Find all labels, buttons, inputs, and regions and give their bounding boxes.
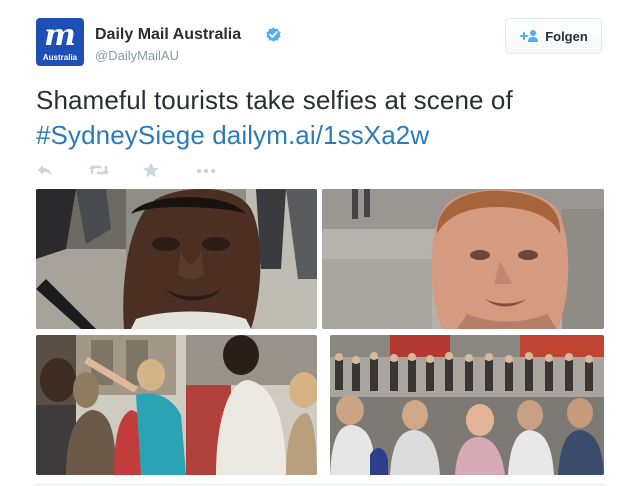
tweet-card: m Australia Daily Mail Australia @DailyM…: [0, 0, 620, 486]
avatar-logo-subtitle: Australia: [42, 53, 78, 62]
retweet-icon: [88, 162, 110, 178]
hashtag-link[interactable]: #SydneySiege: [36, 120, 205, 150]
url-link[interactable]: dailym.ai/1ssXa2w: [212, 120, 429, 150]
reply-icon: [36, 162, 58, 178]
account-avatar[interactable]: m Australia: [36, 18, 84, 66]
add-user-icon: [519, 29, 539, 43]
tweet-text-body: Shameful tourists take selfies at scene …: [36, 85, 513, 115]
follow-button[interactable]: Folgen: [505, 18, 602, 54]
reply-button[interactable]: [36, 162, 58, 180]
photo-crowd-taking-photos[interactable]: [330, 335, 604, 475]
star-icon: [142, 162, 164, 179]
favorite-button[interactable]: [142, 162, 164, 180]
photo-man-selfie-close-up[interactable]: [36, 189, 317, 329]
follow-button-label: Folgen: [545, 28, 588, 44]
account-handle[interactable]: @DailyMailAU: [95, 47, 179, 65]
more-dots-icon: [195, 162, 217, 178]
avatar-logo-glyph: m: [44, 18, 76, 53]
verified-badge-icon: [265, 26, 282, 43]
tweet-divider: [36, 484, 604, 485]
retweet-button[interactable]: [88, 162, 110, 180]
tweet-text: Shameful tourists take selfies at scene …: [36, 83, 596, 153]
account-display-name[interactable]: Daily Mail Australia: [95, 25, 241, 45]
photo-red-haired-man-selfie[interactable]: [322, 189, 604, 329]
more-button[interactable]: [195, 162, 217, 180]
photo-women-taking-photos[interactable]: [36, 335, 317, 475]
